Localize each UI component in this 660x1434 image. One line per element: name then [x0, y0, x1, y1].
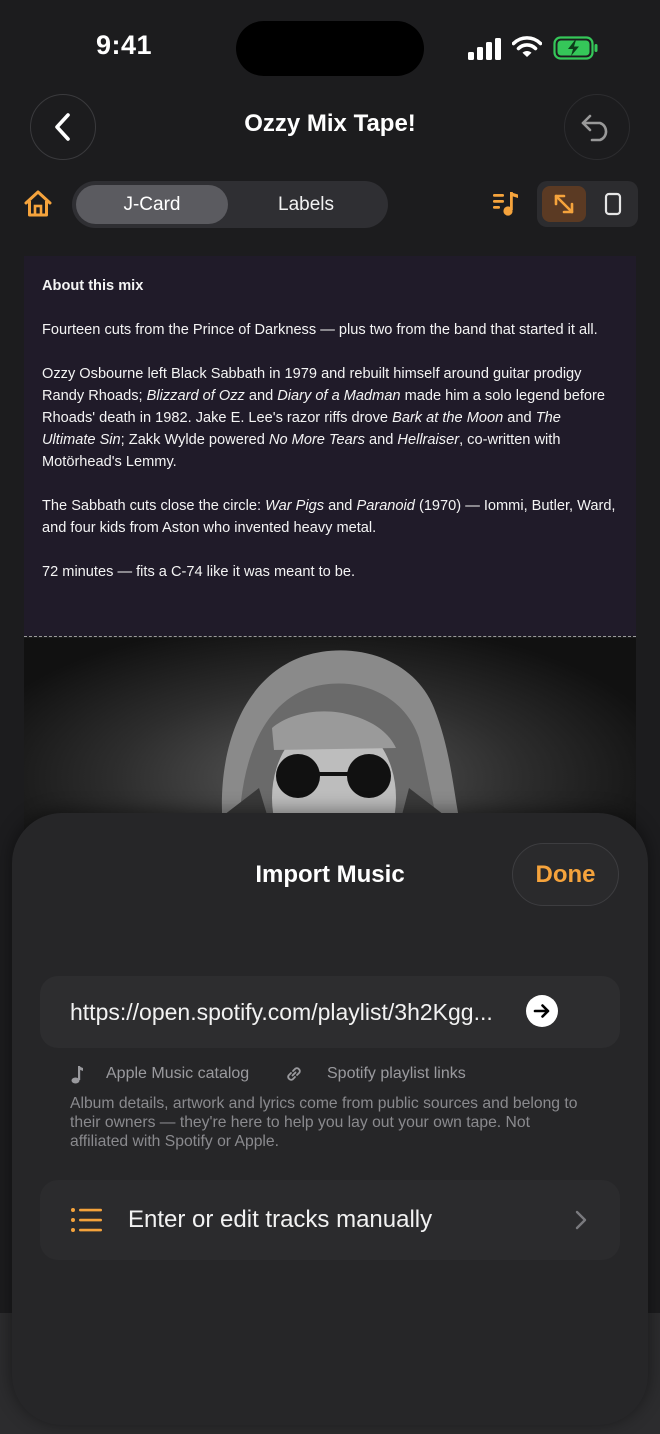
j-card-notes: About this mix Fourteen cuts from the Pr… — [24, 256, 636, 636]
cellular-signal-icon — [468, 38, 501, 60]
portrait-icon — [604, 192, 622, 216]
tab-j-card[interactable]: J-Card — [76, 185, 228, 224]
manual-entry-row[interactable]: Enter or edit tracks manually — [40, 1180, 620, 1260]
fold-line — [24, 636, 636, 637]
card-intro-paragraph: Fourteen cuts from the Prince of Darknes… — [42, 322, 598, 338]
music-note-icon — [71, 1066, 83, 1084]
card-heading: About this mix — [42, 278, 144, 294]
home-icon[interactable] — [22, 188, 54, 220]
status-bar: 9:41 — [0, 0, 660, 96]
source-apple-music: Apple Music catalog — [106, 1065, 250, 1082]
link-icon — [287, 1067, 301, 1081]
done-button[interactable]: Done — [512, 843, 619, 906]
card-sabbath-paragraph: The Sabbath cuts close the circle: War P… — [42, 498, 616, 536]
chevron-right-icon — [575, 1210, 587, 1230]
battery-charging-icon — [553, 36, 598, 60]
source-spotify-links: Spotify playlist links — [327, 1065, 466, 1082]
undo-button[interactable] — [564, 94, 630, 160]
import-music-sheet: Import Music Done https://open.spotify.c… — [12, 813, 648, 1425]
expand-view-button[interactable] — [542, 186, 586, 222]
expand-icon — [554, 194, 574, 214]
manual-entry-label: Enter or edit tracks manually — [128, 1206, 433, 1233]
layout-toggle — [537, 181, 638, 227]
cover-photo — [24, 638, 636, 838]
portrait-view-button[interactable] — [593, 186, 633, 222]
undo-icon — [581, 114, 608, 142]
page-title: Ozzy Mix Tape! — [244, 110, 416, 137]
view-segmented-control: J-Card Labels — [72, 181, 388, 228]
card-history-paragraph: Ozzy Osbourne left Black Sabbath in 1979… — [42, 366, 606, 470]
dynamic-island — [236, 21, 424, 76]
playlist-url-input[interactable]: https://open.spotify.com/playlist/3h2Kgg… — [70, 999, 540, 1026]
source-disclaimer: Album details, artwork and lyrics come f… — [70, 1095, 578, 1150]
list-icon — [71, 1208, 102, 1232]
status-time: 9:41 — [96, 30, 153, 60]
tab-labels[interactable]: Labels — [228, 185, 384, 224]
playlist-icon[interactable] — [492, 190, 520, 218]
import-url-button[interactable] — [526, 995, 558, 1027]
cover-photo-artwork — [194, 650, 474, 838]
wifi-icon — [512, 36, 542, 57]
card-runtime-paragraph: 72 minutes — fits a C-74 like it was mea… — [42, 564, 356, 580]
arrow-right-icon — [533, 1004, 550, 1018]
